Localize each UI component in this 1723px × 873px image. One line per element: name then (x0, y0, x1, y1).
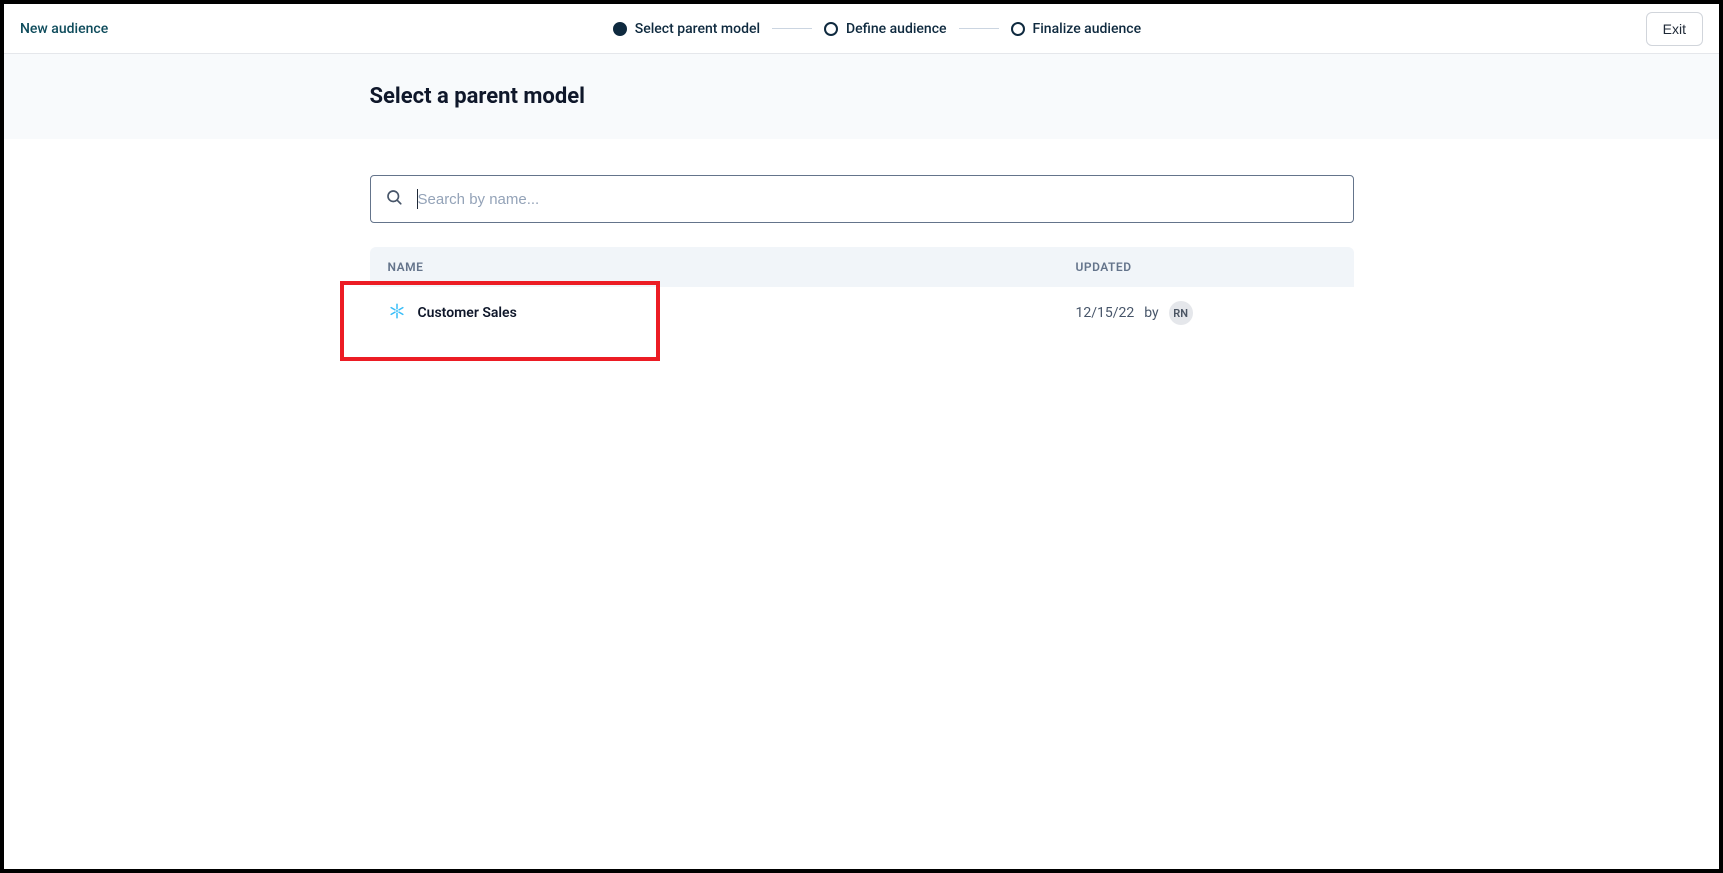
row-name-cell: Customer Sales (388, 302, 1076, 324)
avatar: RN (1169, 301, 1193, 325)
main-content: NAME UPDATED (4, 139, 1719, 340)
step-circle-active-icon (613, 22, 627, 36)
breadcrumb: New audience (20, 21, 108, 37)
column-header-name: NAME (388, 260, 1076, 274)
title-band: Select a parent model (4, 54, 1719, 139)
step-circle-icon (1011, 22, 1025, 36)
page-title: Select a parent model (370, 84, 1354, 109)
updated-date: 12/15/22 (1076, 305, 1135, 321)
stepper: Select parent model Define audience Fina… (613, 21, 1141, 37)
table-header: NAME UPDATED (370, 247, 1354, 287)
model-name: Customer Sales (418, 305, 517, 321)
column-header-updated: UPDATED (1076, 260, 1336, 274)
search-box[interactable] (370, 175, 1354, 223)
search-input[interactable] (418, 176, 1339, 222)
snowflake-icon (388, 302, 406, 324)
step-divider (959, 28, 999, 29)
top-header: New audience Select parent model Define … (4, 4, 1719, 54)
step-circle-icon (824, 22, 838, 36)
step-define-audience[interactable]: Define audience (824, 21, 946, 37)
table-row[interactable]: Customer Sales 12/15/22 by RN (370, 287, 1354, 340)
step-select-parent-model[interactable]: Select parent model (613, 21, 760, 37)
step-label: Define audience (846, 21, 946, 37)
step-label: Select parent model (635, 21, 760, 37)
search-icon (385, 188, 403, 210)
models-table: NAME UPDATED (370, 247, 1354, 340)
step-divider (772, 28, 812, 29)
updated-by-label: by (1144, 305, 1158, 321)
exit-button[interactable]: Exit (1646, 12, 1703, 46)
row-updated-cell: 12/15/22 by RN (1076, 301, 1336, 325)
step-finalize-audience[interactable]: Finalize audience (1011, 21, 1142, 37)
step-label: Finalize audience (1033, 21, 1142, 37)
